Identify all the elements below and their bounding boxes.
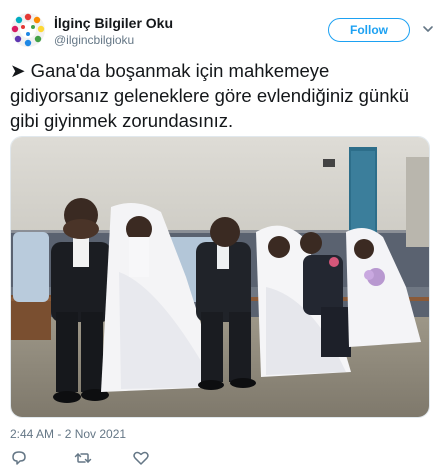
like-icon[interactable]	[132, 449, 150, 467]
retweet-icon[interactable]	[74, 449, 92, 467]
photo-three-couples-in-wedding-attire-icon	[11, 137, 429, 417]
tweet-text: ➤ Gana'da boşanmak için mahkemeye gidiyo…	[10, 58, 420, 133]
reply-icon[interactable]	[10, 449, 28, 467]
colorful-circle-logo-icon	[11, 13, 45, 47]
tweet-text-body: Gana'da boşanmak için mahkemeye gidiyors…	[10, 60, 410, 131]
avatar[interactable]	[10, 12, 46, 48]
display-name[interactable]: İlginç Bilgiler Oku	[54, 14, 173, 32]
tweet-actions	[10, 449, 210, 469]
handle[interactable]: @ilgincbilgioku	[54, 32, 173, 48]
tweet-header: İlginç Bilgiler Oku @ilgincbilgioku Foll…	[10, 10, 438, 50]
tweet-timestamp[interactable]: 2:44 AM - 2 Nov 2021	[10, 427, 126, 441]
account-names[interactable]: İlginç Bilgiler Oku @ilgincbilgioku	[54, 14, 173, 48]
tweet-card: İlginç Bilgiler Oku @ilgincbilgioku Foll…	[0, 0, 448, 474]
tweet-photo[interactable]	[10, 136, 430, 418]
follow-button[interactable]: Follow	[328, 18, 410, 42]
chevron-down-icon[interactable]	[422, 23, 434, 35]
arrow-bullet: ➤	[10, 60, 26, 81]
